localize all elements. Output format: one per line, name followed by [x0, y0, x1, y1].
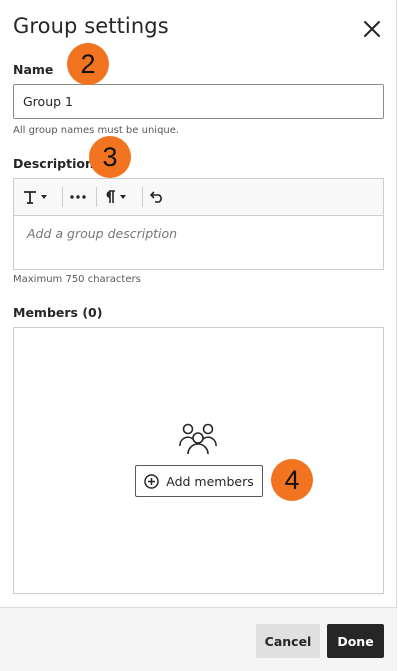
- text-format-button[interactable]: [23, 179, 47, 215]
- add-members-button[interactable]: Add members: [135, 465, 263, 497]
- name-label: Name: [13, 62, 54, 77]
- done-button[interactable]: Done: [327, 624, 384, 658]
- undo-icon: [150, 191, 162, 203]
- undo-button[interactable]: [150, 179, 164, 215]
- close-icon: [364, 21, 380, 37]
- toolbar-divider: [62, 187, 63, 207]
- description-editor: Add a group description: [13, 178, 384, 270]
- description-hint: Maximum 750 characters: [13, 274, 141, 285]
- text-format-icon: [24, 191, 36, 204]
- more-options-icon: [70, 195, 86, 199]
- close-button[interactable]: [361, 18, 383, 40]
- editor-toolbar: [14, 179, 383, 216]
- chevron-down-icon: [120, 195, 126, 199]
- panel-footer: Cancel Done: [0, 607, 397, 671]
- add-members-label: Add members: [166, 473, 254, 489]
- paragraph-button[interactable]: [104, 179, 126, 215]
- callout-badge-4: 4: [271, 459, 313, 501]
- description-label: Description: [13, 156, 94, 171]
- group-icon: [179, 423, 217, 455]
- description-textarea[interactable]: Add a group description: [14, 215, 383, 269]
- more-options-button[interactable]: [70, 179, 86, 215]
- group-name-input[interactable]: [13, 84, 384, 119]
- cancel-button[interactable]: Cancel: [256, 624, 320, 658]
- members-label: Members (0): [13, 305, 103, 320]
- group-settings-panel: Group settings Name All group names must…: [0, 0, 397, 671]
- callout-badge-3: 3: [89, 136, 131, 178]
- chevron-down-icon: [41, 195, 47, 199]
- callout-badge-2: 2: [67, 43, 109, 85]
- toolbar-divider: [96, 187, 97, 207]
- panel-title: Group settings: [13, 14, 169, 38]
- paragraph-icon: [106, 190, 115, 203]
- plus-circle-icon: [144, 473, 159, 489]
- toolbar-divider: [142, 187, 143, 207]
- name-hint: All group names must be unique.: [13, 125, 180, 136]
- members-list: Add members: [13, 327, 384, 594]
